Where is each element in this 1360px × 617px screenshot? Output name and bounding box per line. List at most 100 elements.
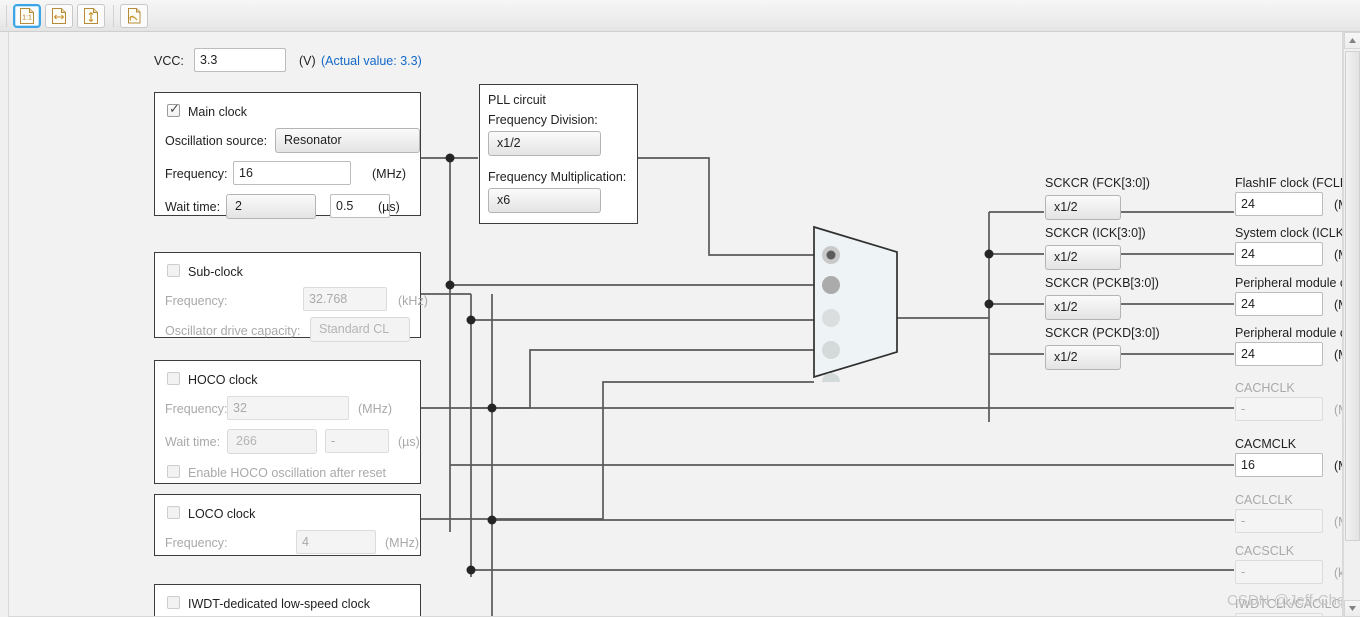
- loco-clock-group: LOCO clock Frequency: 4 (MHz): [154, 494, 421, 556]
- loco-frequency-input[interactable]: 4: [296, 530, 376, 554]
- main-clock-group: ✓ Main clock Oscillation source: Resonat…: [154, 92, 421, 219]
- main-frequency-unit: (MHz): [372, 167, 407, 181]
- main-clock-checkbox[interactable]: ✓: [167, 101, 180, 117]
- output-input-6[interactable]: -: [1235, 509, 1323, 533]
- sckcr-label-0: SCKCR (FCK[3:0]): [1045, 176, 1150, 190]
- clock-source-multiplexer[interactable]: [809, 222, 904, 382]
- main-frequency-input[interactable]: 16: [233, 161, 351, 185]
- main-clock-title: Main clock: [188, 105, 248, 119]
- page-1to1-icon: 1:1: [20, 7, 34, 24]
- hoco-wait-time-dropdown[interactable]: 266: [227, 429, 317, 454]
- fit-height-button[interactable]: [77, 3, 105, 28]
- sub-drive-capacity-dropdown[interactable]: Standard CL: [310, 317, 410, 342]
- main-wait-time-dropdown[interactable]: 2: [226, 194, 316, 219]
- output-input-8[interactable]: [1235, 613, 1323, 616]
- sckcr-dropdown-0[interactable]: x1/2: [1045, 195, 1121, 220]
- main-wait-time-unit: (µs): [378, 200, 400, 214]
- vcc-unit-label: (V): [299, 54, 316, 68]
- vcc-label: VCC:: [154, 54, 184, 68]
- output-input-7[interactable]: -: [1235, 560, 1323, 584]
- pll-multiplication-dropdown[interactable]: x6: [488, 188, 601, 213]
- main-frequency-label: Frequency:: [165, 167, 228, 181]
- vcc-input[interactable]: 3.3: [194, 48, 286, 72]
- sub-frequency-label: Frequency:: [165, 294, 228, 308]
- output-unit-0: (MHz): [1334, 198, 1342, 212]
- sckcr-dropdown-1[interactable]: x1/2: [1045, 245, 1121, 270]
- hoco-clock-group: HOCO clock Frequency: 32 (MHz) Wait time…: [154, 360, 421, 484]
- fit-width-button[interactable]: [45, 3, 73, 28]
- output-input-2[interactable]: 24: [1235, 292, 1323, 316]
- hoco-wait-time-label: Wait time:: [165, 435, 221, 449]
- hoco-clock-title: HOCO clock: [188, 373, 258, 387]
- output-input-3[interactable]: 24: [1235, 342, 1323, 366]
- output-unit-4: (MHz): [1334, 403, 1342, 417]
- scrollbar-thumb[interactable]: [1345, 51, 1360, 541]
- output-label-7: CACSCLK: [1235, 544, 1295, 558]
- toolbar-separator-2: [113, 4, 114, 27]
- pll-multiplication-label: Frequency Multiplication:: [488, 170, 627, 184]
- hoco-frequency-label: Frequency:: [165, 402, 228, 416]
- svg-text:1:1: 1:1: [22, 14, 32, 21]
- main-wait-time-label: Wait time:: [165, 200, 221, 214]
- hoco-clock-checkbox[interactable]: [167, 372, 180, 385]
- output-label-6: CACLCLK: [1235, 493, 1293, 507]
- output-input-4[interactable]: -: [1235, 397, 1323, 421]
- output-unit-2: (MHz): [1334, 298, 1342, 312]
- output-unit-6: (MHz): [1334, 515, 1342, 529]
- pll-title: PLL circuit: [488, 93, 546, 107]
- check-icon: ✓: [169, 101, 180, 116]
- vertical-scrollbar[interactable]: [1343, 32, 1360, 617]
- sub-drive-capacity-label: Oscillator drive capacity:: [165, 324, 301, 338]
- loco-frequency-label: Frequency:: [165, 536, 228, 550]
- sckcr-label-2: SCKCR (PCKB[3:0]): [1045, 276, 1159, 290]
- iwdt-clock-group: IWDT-dedicated low-speed clock: [154, 584, 421, 616]
- output-label-4: CACHCLK: [1235, 381, 1295, 395]
- output-label-2: Peripheral module clock (PCLKB): [1235, 276, 1342, 290]
- output-label-1: System clock (ICLK): [1235, 226, 1343, 240]
- loco-clock-checkbox[interactable]: [167, 506, 180, 519]
- loco-frequency-unit: (MHz): [385, 536, 420, 550]
- page-fit-height-icon: [84, 7, 98, 24]
- page-fit-width-icon: [52, 7, 66, 24]
- iwdt-clock-title: IWDT-dedicated low-speed clock: [188, 597, 371, 611]
- hoco-enable-after-reset-checkbox[interactable]: [167, 465, 180, 478]
- hoco-wait-time-input[interactable]: -: [325, 429, 389, 453]
- hoco-wait-time-unit: (µs): [398, 435, 420, 449]
- output-input-0[interactable]: 24: [1235, 192, 1323, 216]
- hoco-frequency-unit: (MHz): [358, 402, 393, 416]
- sub-clock-title: Sub-clock: [188, 265, 243, 279]
- sckcr-dropdown-2[interactable]: x1/2: [1045, 295, 1121, 320]
- export-image-button[interactable]: [120, 3, 148, 28]
- hoco-frequency-input[interactable]: 32: [227, 396, 349, 420]
- pll-division-label: Frequency Division:: [488, 113, 598, 127]
- pll-division-dropdown[interactable]: x1/2: [488, 131, 601, 156]
- sckcr-label-3: SCKCR (PCKD[3:0]): [1045, 326, 1160, 340]
- loco-clock-title: LOCO clock: [188, 507, 256, 521]
- sub-frequency-input[interactable]: 32.768: [303, 287, 387, 311]
- sckcr-dropdown-3[interactable]: x1/2: [1045, 345, 1121, 370]
- watermark-label: CSDN @Jeff-Chen: [1227, 592, 1343, 609]
- page-export-icon: [128, 7, 141, 23]
- clock-diagram-canvas: VCC: 3.3 (V) (Actual value: 3.3) ✓ Main …: [8, 32, 1343, 617]
- sub-clock-checkbox[interactable]: [167, 264, 180, 277]
- sub-frequency-unit: (kHz): [398, 294, 428, 308]
- zoom-actual-size-button[interactable]: 1:1: [13, 3, 41, 28]
- vcc-actual-value-label: (Actual value: 3.3): [321, 54, 422, 68]
- output-unit-1: (MHz): [1334, 248, 1342, 262]
- scroll-up-button[interactable]: [1344, 32, 1360, 49]
- triangle-up-icon: [1349, 38, 1356, 43]
- sckcr-label-1: SCKCR (ICK[3:0]): [1045, 226, 1146, 240]
- output-input-1[interactable]: 24: [1235, 242, 1323, 266]
- iwdt-clock-checkbox[interactable]: [167, 596, 180, 609]
- oscillation-source-dropdown[interactable]: Resonator: [275, 128, 420, 153]
- output-label-3: Peripheral module clock (PCLKD): [1235, 326, 1342, 340]
- toolbar-separator-1: [6, 4, 7, 27]
- scroll-down-button[interactable]: [1344, 600, 1360, 617]
- pll-circuit-group: PLL circuit Frequency Division: x1/2 Fre…: [479, 84, 638, 224]
- output-input-5[interactable]: 16: [1235, 453, 1323, 477]
- hoco-enable-after-reset-label: Enable HOCO oscillation after reset: [188, 466, 387, 480]
- output-label-5: CACMCLK: [1235, 437, 1297, 451]
- output-unit-7: (kHz): [1334, 566, 1342, 580]
- oscillation-source-label: Oscillation source:: [165, 134, 268, 148]
- sub-clock-group: Sub-clock Frequency: 32.768 (kHz) Oscill…: [154, 252, 428, 342]
